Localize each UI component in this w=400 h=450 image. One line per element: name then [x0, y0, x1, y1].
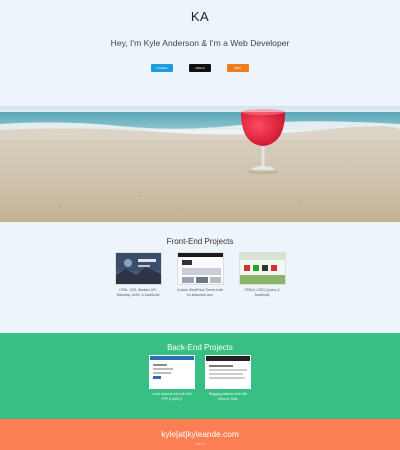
footer-note: Say hi!: [195, 442, 205, 446]
hero-header: KA Hey, I'm Kyle Anderson & I'm a Web De…: [0, 0, 400, 106]
wordpress-theme-thumbnail[interactable]: [176, 252, 224, 285]
project-caption: Custom WordPress Theme build for kickpun…: [177, 288, 223, 297]
tagline: Hey, I'm Kyle Anderson & I'm a Web Devel…: [110, 38, 290, 48]
front-end-title: Front-End Projects: [166, 237, 234, 246]
project-card[interactable]: HTML, CSS, Weather API, Bootstrap, AJAX,…: [114, 252, 162, 298]
project-caption: HTML, CSS, Weather API, Bootstrap, AJAX,…: [116, 288, 160, 297]
front-end-projects: HTML, CSS, Weather API, Bootstrap, AJAX,…: [0, 252, 400, 298]
weather-thumbnail-image: [115, 253, 161, 284]
linkedin-button[interactable]: LinkedIn: [151, 64, 173, 72]
project-card[interactable]: Blogging platform built with Ruby on Rai…: [205, 355, 251, 402]
back-end-section: Back-End Projects Local treasure site bu…: [0, 333, 400, 419]
back-end-projects: Local treasure site built with PHP & MyS…: [0, 355, 400, 402]
beach-hero-image: [0, 106, 400, 222]
blog-button[interactable]: Blog: [227, 64, 249, 72]
github-button[interactable]: GitHub: [189, 64, 211, 72]
wordpress-thumbnail-image: [177, 253, 223, 284]
jquery-thumbnail-image: [239, 253, 285, 284]
project-card[interactable]: HTML5, CSS3, jQuery, & JavaScript: [238, 252, 286, 298]
php-thumbnail-image: [150, 356, 194, 388]
php-project-thumbnail[interactable]: [149, 355, 195, 389]
footer: kyle[at]kyleande.com Say hi!: [0, 419, 400, 450]
contact-email[interactable]: kyle[at]kyleande.com: [0, 429, 400, 439]
project-card[interactable]: Local treasure site built with PHP & MyS…: [149, 355, 195, 402]
beach-photo: [0, 106, 400, 222]
project-caption: Blogging platform built with Ruby on Rai…: [208, 392, 248, 401]
social-buttons: LinkedIn GitHub Blog: [0, 64, 400, 72]
rails-project-thumbnail[interactable]: [205, 355, 251, 389]
rails-thumbnail-image: [206, 356, 250, 388]
back-end-title: Back-End Projects: [167, 343, 233, 352]
project-caption: Local treasure site built with PHP & MyS…: [152, 392, 192, 401]
project-card[interactable]: Custom WordPress Theme build for kickpun…: [176, 252, 224, 298]
project-caption: HTML5, CSS3, jQuery, & JavaScript: [244, 288, 280, 297]
jquery-project-thumbnail[interactable]: [238, 252, 286, 285]
weather-app-thumbnail[interactable]: [114, 252, 162, 285]
site-logo[interactable]: KA: [0, 9, 400, 24]
front-end-section: Front-End Projects HTML, CSS, Weather AP…: [0, 222, 400, 333]
